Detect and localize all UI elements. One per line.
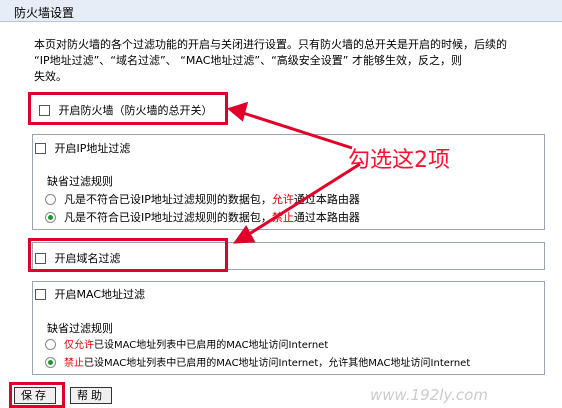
arrow-to-firewall-master-head — [226, 101, 249, 122]
watermark: www.192ly.com — [370, 386, 488, 404]
arrow-to-firewall-master — [239, 110, 353, 150]
arrow-to-domain-filter — [245, 162, 361, 238]
arrow-to-domain-filter-head — [232, 225, 256, 244]
annotation-arrows — [226, 101, 361, 244]
annotation-text: 勾选这2项 — [348, 148, 450, 173]
